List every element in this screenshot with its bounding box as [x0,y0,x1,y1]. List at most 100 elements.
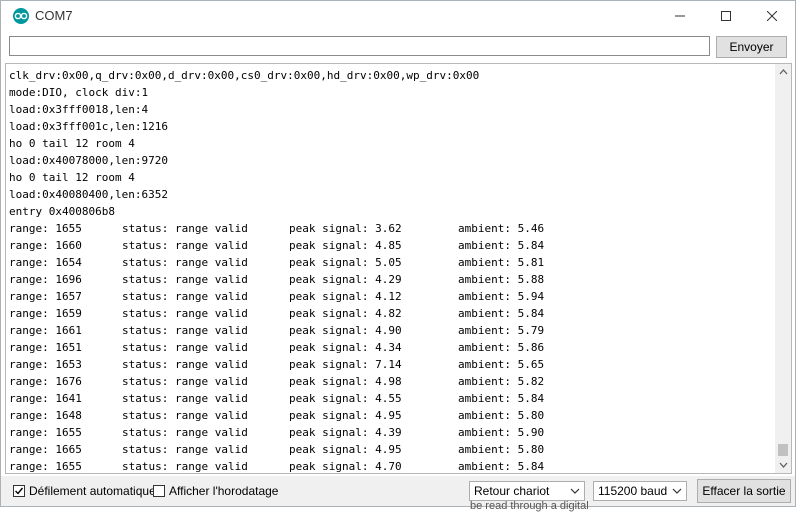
clear-output-button[interactable]: Effacer la sortie [697,479,791,503]
baud-rate-value: 115200 baud [598,484,668,498]
title-bar[interactable]: COM7 [1,1,795,31]
vertical-scrollbar[interactable] [775,64,791,473]
chevron-down-icon [570,488,580,494]
reading-line: range: 1655 status: range valid peak signa… [9,220,544,237]
boot-log-line: mode:DIO, clock div:1 [9,86,149,99]
boot-log-line: load:0x3fff0018,len:4 [9,103,149,116]
status-value: status: range valid [122,290,248,303]
serial-command-input[interactable] [9,36,710,56]
status-value: status: range valid [122,392,248,405]
reading-line: range: 1696 status: range valid peak signa… [9,271,544,288]
range-value: range: 1661 [9,324,82,337]
autoscroll-checkbox[interactable]: Défilement automatique [13,484,156,498]
send-button[interactable]: Envoyer [716,36,787,58]
status-value: status: range valid [122,460,248,473]
peak-signal-value: peak signal: 4.95 [289,409,402,422]
range-value: range: 1676 [9,375,82,388]
ambient-value: ambient: 5.84 [458,307,545,320]
peak-signal-value: peak signal: 5.05 [289,256,402,269]
status-value: status: range valid [122,239,248,252]
range-value: range: 1648 [9,409,82,422]
send-row: Envoyer [1,31,795,61]
timestamp-checkbox[interactable]: Afficher l'horodatage [153,484,278,498]
reading-line: range: 1653 status: range valid peak signa… [9,356,544,373]
range-value: range: 1655 [9,426,82,439]
close-button[interactable] [749,1,795,31]
timestamp-label: Afficher l'horodatage [169,484,279,498]
peak-signal-value: peak signal: 4.82 [289,307,402,320]
autoscroll-label: Défilement automatique [29,484,156,498]
scroll-up-icon [779,69,787,75]
window-title: COM7 [35,8,73,23]
boot-log-line: load:0x40078000,len:9720 [9,154,168,167]
autoscroll-checkbox-box[interactable] [13,485,25,497]
status-value: status: range valid [122,307,248,320]
range-value: range: 1655 [9,222,82,235]
minimize-icon [675,15,685,17]
ambient-value: ambient: 5.80 [458,409,545,422]
reading-line: range: 1654 status: range valid peak signa… [9,254,544,271]
range-value: range: 1659 [9,307,82,320]
peak-signal-value: peak signal: 4.55 [289,392,402,405]
scroll-down-icon [779,462,787,468]
peak-signal-value: peak signal: 7.14 [289,358,402,371]
peak-signal-value: peak signal: 4.39 [289,426,402,439]
chevron-down-icon [672,488,682,494]
line-ending-select[interactable]: Retour chariot [469,481,585,501]
serial-output[interactable]: clk_drv:0x00,q_drv:0x00,d_drv:0x00,cs0_d… [5,63,792,474]
range-value: range: 1653 [9,358,82,371]
ambient-value: ambient: 5.81 [458,256,545,269]
scrollbar-thumb[interactable] [778,444,788,456]
range-value: range: 1655 [9,460,82,473]
peak-signal-value: peak signal: 4.95 [289,443,402,456]
reading-line: range: 1661 status: range valid peak signa… [9,322,544,339]
scroll-down-button[interactable] [775,457,791,473]
peak-signal-value: peak signal: 4.12 [289,290,402,303]
ambient-value: ambient: 5.65 [458,358,545,371]
boot-log-line: clk_drv:0x00,q_drv:0x00,d_drv:0x00,cs0_d… [9,69,480,82]
maximize-button[interactable] [703,1,749,31]
output-lines: clk_drv:0x00,q_drv:0x00,d_drv:0x00,cs0_d… [9,67,545,473]
timestamp-checkbox-box[interactable] [153,485,165,497]
ambient-value: ambient: 5.88 [458,273,545,286]
reading-line: range: 1648 status: range valid peak signa… [9,407,544,424]
range-value: range: 1654 [9,256,82,269]
reading-line: range: 1655 status: range valid peak signa… [9,458,545,473]
status-value: status: range valid [122,222,248,235]
peak-signal-value: peak signal: 4.90 [289,324,402,337]
reading-line: range: 1657 status: range valid peak signa… [9,288,544,305]
status-value: status: range valid [122,324,248,337]
minimize-button[interactable] [657,1,703,31]
ambient-value: ambient: 5.84 [458,460,545,473]
status-value: status: range valid [122,358,248,371]
peak-signal-value: peak signal: 3.62 [289,222,402,235]
peak-signal-value: peak signal: 4.85 [289,239,402,252]
baud-rate-select[interactable]: 115200 baud [593,481,687,501]
scroll-up-button[interactable] [775,64,791,80]
peak-signal-value: peak signal: 4.98 [289,375,402,388]
ambient-value: ambient: 5.86 [458,341,545,354]
status-value: status: range valid [122,273,248,286]
range-value: range: 1657 [9,290,82,303]
ambient-value: ambient: 5.82 [458,375,545,388]
reading-line: range: 1651 status: range valid peak signa… [9,339,544,356]
maximize-icon [721,11,731,21]
peak-signal-value: peak signal: 4.29 [289,273,402,286]
boot-log-line: ho 0 tail 12 room 4 [9,137,135,150]
peak-signal-value: peak signal: 4.70 [289,460,402,473]
boot-log-line: load:0x3fff001c,len:1216 [9,120,168,133]
serial-monitor-window: COM7 Envoyer clk_drv:0x00,q_drv:0x00,d_d… [0,0,796,507]
status-value: status: range valid [122,443,248,456]
status-value: status: range valid [122,409,248,422]
range-value: range: 1665 [9,443,82,456]
ambient-value: ambient: 5.79 [458,324,545,337]
range-value: range: 1651 [9,341,82,354]
boot-log-line: load:0x40080400,len:6352 [9,188,168,201]
reading-line: range: 1659 status: range valid peak signa… [9,305,544,322]
range-value: range: 1696 [9,273,82,286]
range-value: range: 1641 [9,392,82,405]
close-icon [767,11,777,21]
ambient-value: ambient: 5.84 [458,239,545,252]
footer-bar: Défilement automatique Afficher l'horoda… [1,476,795,506]
ambient-value: ambient: 5.84 [458,392,545,405]
